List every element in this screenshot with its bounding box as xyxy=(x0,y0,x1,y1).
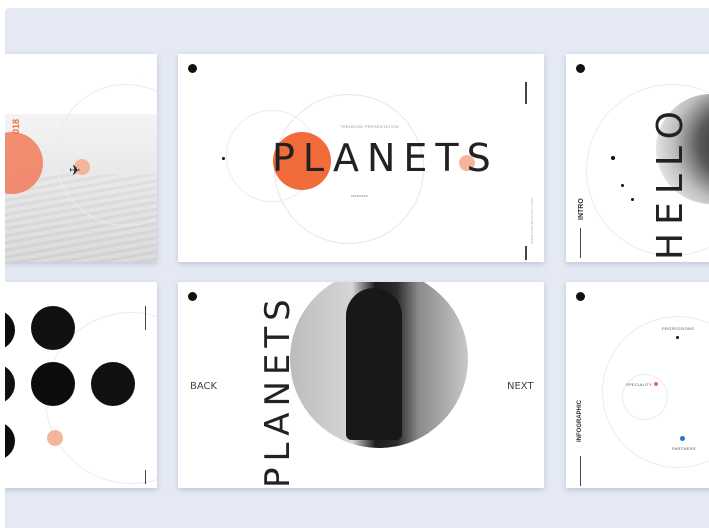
planets-vertical: PLANETS xyxy=(258,293,298,488)
top-right-bar xyxy=(145,306,146,330)
slide-thumbnail-title[interactable]: WWW.PRESENTATION.COM TRENDING PRESENTATI… xyxy=(178,54,544,262)
slide-thumbnail-intro[interactable]: HELLO INTRO xyxy=(566,54,709,262)
dot-2 xyxy=(621,184,624,187)
dot-1 xyxy=(611,156,615,160)
logo-dot xyxy=(576,292,585,301)
small-dot-left xyxy=(222,157,225,160)
preview-gallery: ✈ 018 · WWW.PRESENTATION.COM TRENDING PR… xyxy=(5,8,709,528)
partners-dot xyxy=(680,436,685,441)
slide-thumbnail-beach[interactable]: ✈ 018 · xyxy=(5,54,157,262)
photo-circle-2 xyxy=(31,306,75,350)
peach-dot xyxy=(47,430,63,446)
side-caption: WWW.PRESENTATION.COM xyxy=(530,198,534,244)
left-bar xyxy=(580,228,581,258)
slide-thumbnail-gallery[interactable] xyxy=(5,282,157,488)
photo-circle-1 xyxy=(5,310,15,350)
next-link[interactable]: NEXT xyxy=(507,381,534,392)
photo-circle-5 xyxy=(91,362,135,406)
slide-thumbnail-infographic[interactable]: INFOGRAPHIC PROFESSIONS SPECIALITY PARTN… xyxy=(566,282,709,488)
dot-3 xyxy=(631,198,634,201)
top-right-bar xyxy=(525,82,527,104)
corner-mark: · xyxy=(143,74,145,78)
logo-dot xyxy=(188,292,197,301)
kicker-text: TRENDING PRESENTATION xyxy=(340,124,399,129)
left-bar xyxy=(580,456,581,486)
intro-label: INTRO xyxy=(578,198,585,220)
professions-dot xyxy=(676,336,679,339)
photo-circle-4 xyxy=(31,362,75,406)
infographic-label: INFOGRAPHIC xyxy=(577,400,583,442)
slide-thumbnail-portrait[interactable]: BACK NEXT PLANETS xyxy=(178,282,544,488)
hello-word: HELLO xyxy=(650,103,691,260)
surfer-figure: ✈ xyxy=(69,162,81,178)
speciality-label: SPECIALITY xyxy=(626,382,653,387)
portrait-figure xyxy=(346,288,402,440)
professions-label: PROFESSIONS xyxy=(662,326,695,331)
orbit-ring-inner xyxy=(622,374,668,420)
year-text: 2019/2018 xyxy=(351,194,368,198)
back-link[interactable]: BACK xyxy=(190,381,217,392)
logo-dot xyxy=(188,64,197,73)
year-label: 018 xyxy=(11,118,21,134)
photo-circle-6 xyxy=(5,422,15,460)
bottom-right-bar xyxy=(145,470,146,484)
slide-title: PLANETS xyxy=(272,136,499,180)
logo-dot xyxy=(576,64,585,73)
photo-circle-3 xyxy=(5,364,15,404)
partners-label: PARTNERS xyxy=(672,446,696,451)
speciality-dot xyxy=(654,382,658,386)
bottom-right-bar xyxy=(525,246,527,260)
